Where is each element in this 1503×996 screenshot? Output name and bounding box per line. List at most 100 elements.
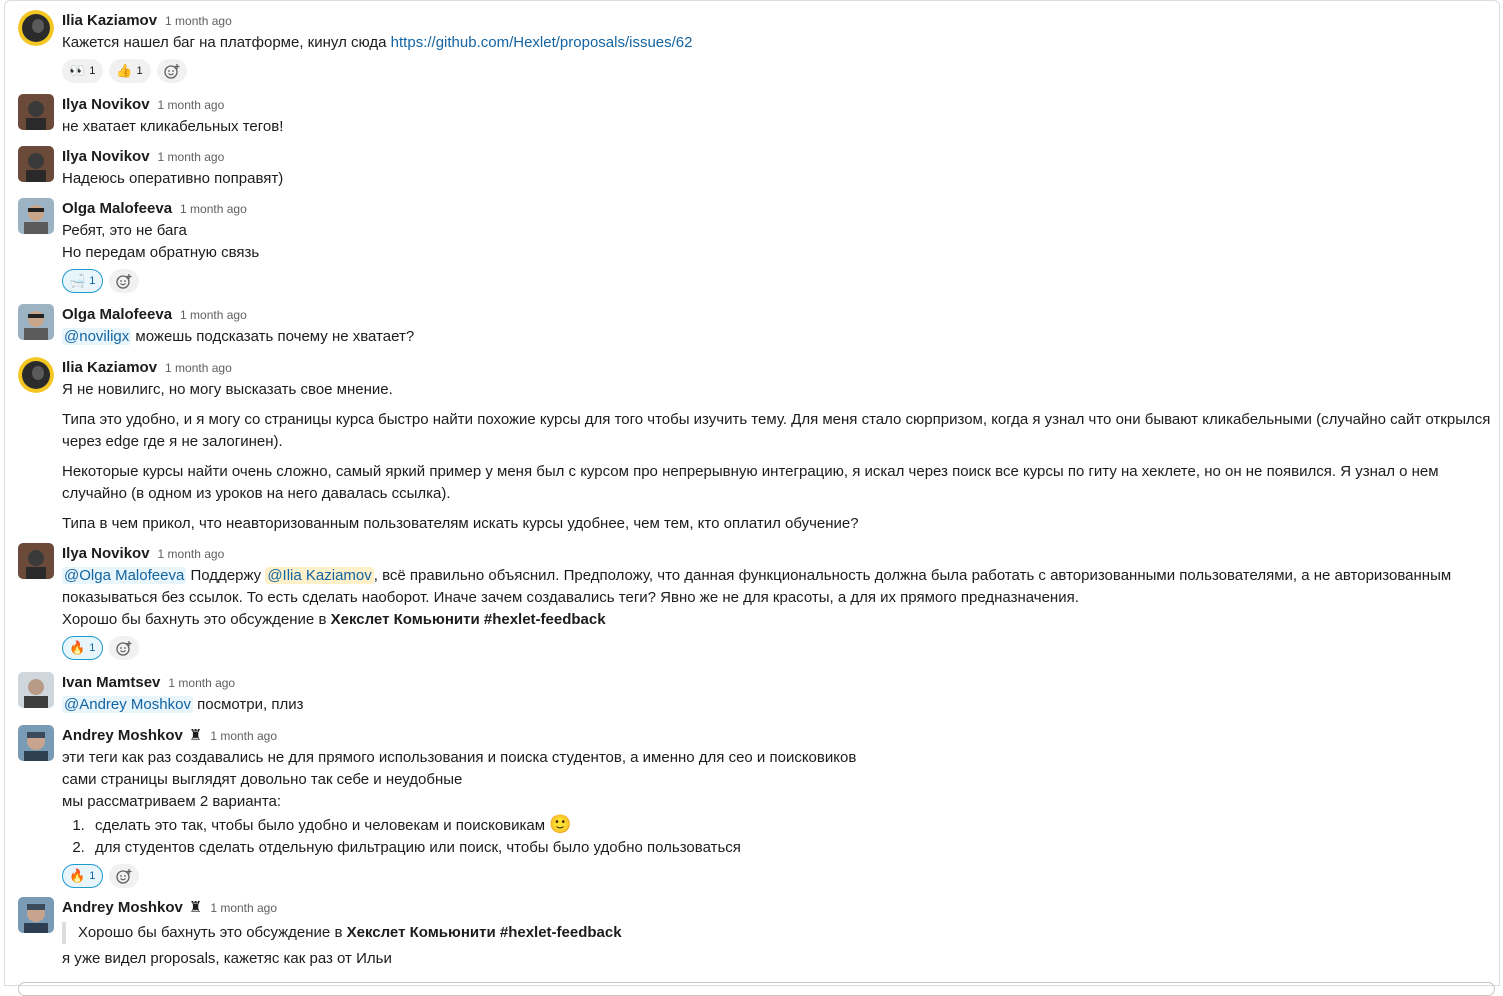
avatar[interactable]	[18, 897, 54, 933]
message-text: не хватает кликабельных тегов!	[62, 118, 284, 135]
fire-icon: 🔥	[69, 868, 86, 883]
reaction-count: 1	[136, 65, 143, 77]
message: Ivan Mamtsev 1 month ago @Andrey Moshkov …	[18, 672, 1495, 716]
ordered-list: сделать это так, чтобы было удобно и чел…	[62, 813, 1495, 859]
message-text: Типа это удобно, и я могу со страницы ку…	[62, 411, 1491, 428]
timestamp[interactable]: 1 month ago	[165, 14, 232, 28]
timestamp[interactable]: 1 month ago	[210, 729, 277, 743]
message-text: , всё правильно объяснил. Предположу, чт…	[373, 567, 1452, 584]
message: Ilia Kaziamov 1 month ago Кажется нашел б…	[18, 10, 1495, 83]
reaction-count: 1	[89, 870, 96, 882]
timestamp[interactable]: 1 month ago	[158, 150, 225, 164]
reaction-fire[interactable]: 🔥 1	[62, 864, 104, 888]
user-mention-self[interactable]: @Ilia Kaziamov	[265, 567, 374, 584]
author-name[interactable]: Ilya Novikov	[62, 545, 150, 562]
user-badge-icon: ♜	[188, 899, 203, 916]
message: Ilya Novikov 1 month ago не хватает клика…	[18, 94, 1495, 138]
user-badge-icon: ♜	[188, 727, 203, 744]
message-text: через edge где я не залогинен).	[62, 433, 283, 450]
message-text: посмотри, плиз	[192, 696, 304, 713]
author-name[interactable]: Ilya Novikov	[62, 148, 150, 165]
slightly-smiling-face-icon: 🙂	[549, 814, 572, 834]
message: Andrey Moshkov ♜ 1 month ago Хорошо бы бах…	[18, 897, 1495, 970]
author-name[interactable]: Ilia Kaziamov	[62, 359, 157, 376]
list-item-text: сделать это так, чтобы было удобно и чел…	[95, 817, 546, 834]
avatar[interactable]	[18, 198, 54, 234]
add-reaction-icon	[163, 64, 180, 79]
author-name[interactable]: Ilya Novikov	[62, 96, 150, 113]
issue-link[interactable]: https://github.com/Hexlet/proposals/issu…	[391, 34, 693, 51]
reaction-count: 1	[89, 275, 96, 287]
message-text: Типа в чем прикол, что неавторизованным …	[62, 515, 859, 532]
list-item-text: для студентов сделать отдельную фильтрац…	[95, 839, 741, 856]
timestamp[interactable]: 1 month ago	[165, 361, 232, 375]
avatar[interactable]	[18, 304, 54, 340]
timestamp[interactable]: 1 month ago	[180, 202, 247, 216]
author-name[interactable]: Olga Malofeeva	[62, 306, 172, 323]
timestamp[interactable]: 1 month ago	[158, 98, 225, 112]
message-text: Я не новилигс, но могу высказать свое мн…	[62, 381, 393, 398]
timestamp[interactable]: 1 month ago	[180, 308, 247, 322]
add-reaction-button[interactable]	[109, 864, 140, 888]
list-item: сделать это так, чтобы было удобно и чел…	[89, 813, 1495, 837]
reaction-count: 1	[89, 65, 96, 77]
user-mention[interactable]: @Andrey Moshkov	[62, 696, 193, 713]
message-text: Ребят, это не бага	[62, 222, 187, 239]
eyes-icon: 👀	[69, 63, 86, 78]
avatar[interactable]	[18, 543, 54, 579]
add-reaction-icon	[116, 274, 132, 289]
list-item: для студентов сделать отдельную фильтрац…	[89, 837, 1495, 859]
author-name[interactable]: Andrey Moshkov	[62, 727, 183, 744]
author-name[interactable]: Ivan Mamtsev	[62, 674, 160, 691]
author-name[interactable]: Olga Malofeeva	[62, 200, 172, 217]
reaction-eyes[interactable]: 👀 1	[62, 59, 104, 83]
message-text: я уже видел proposals, кажетяс как раз о…	[62, 950, 392, 967]
fire-icon: 🔥	[69, 640, 86, 655]
channel-reference[interactable]: Хекслет Комьюнити #hexlet-feedback	[347, 924, 622, 941]
avatar[interactable]	[18, 357, 54, 393]
message-text: Хорошо бы бахнуть это обсуждение в	[62, 611, 331, 628]
timestamp[interactable]: 1 month ago	[158, 547, 225, 561]
message-text: сами страницы выглядят довольно так себе…	[62, 771, 463, 788]
message-text: случайно (в одном из уроков на него дава…	[62, 485, 451, 502]
avatar[interactable]	[18, 146, 54, 182]
add-reaction-button[interactable]	[109, 636, 140, 660]
message: Olga Malofeeva 1 month ago Ребят, это не …	[18, 198, 1495, 293]
add-reaction-button[interactable]	[156, 59, 187, 83]
message-text: можешь подсказать почему не хватает?	[131, 328, 415, 345]
message: Andrey Moshkov ♜ 1 month ago эти теги как …	[18, 725, 1495, 888]
blockquote: Хорошо бы бахнуть это обсуждение в Хексл…	[62, 922, 1495, 944]
add-reaction-button[interactable]	[109, 269, 140, 293]
avatar[interactable]	[18, 10, 54, 46]
user-mention[interactable]: @noviligx	[62, 328, 132, 345]
author-name[interactable]: Andrey Moshkov	[62, 899, 183, 916]
message-text: Но передам обратную связь	[62, 244, 260, 261]
user-mention[interactable]: @Olga Malofeeva	[62, 567, 187, 584]
add-reaction-icon	[116, 641, 132, 656]
reaction-count: 1	[89, 642, 96, 654]
reaction-thumbsup[interactable]: 👍 1	[109, 59, 151, 83]
channel-reference[interactable]: Хекслет Комьюнити #hexlet-feedback	[331, 611, 606, 628]
timestamp[interactable]: 1 month ago	[210, 901, 277, 915]
thumbs-up-icon: 👍	[116, 63, 133, 78]
reaction-fire[interactable]: 🔥 1	[62, 636, 104, 660]
message-text: Поддержу	[186, 567, 266, 584]
reaction-bathtub[interactable]: 🛁 1	[62, 269, 104, 293]
author-name[interactable]: Ilia Kaziamov	[62, 12, 157, 29]
message-text: мы рассматриваем 2 варианта:	[62, 793, 282, 810]
message-text: показываться без ссылок. То есть сделать…	[62, 589, 1079, 606]
avatar[interactable]	[18, 725, 54, 761]
message: Ilya Novikov 1 month ago Надеюсь оператив…	[18, 146, 1495, 190]
message-text: Кажется нашел баг на платформе, кинул сю…	[62, 34, 391, 51]
message-text: Надеюсь оперативно поправят)	[62, 170, 284, 187]
avatar[interactable]	[18, 94, 54, 130]
message-text: Некоторые курсы найти очень сложно, самы…	[62, 463, 1439, 480]
avatar[interactable]	[18, 672, 54, 708]
message: Olga Malofeeva 1 month ago @noviligx може…	[18, 304, 1495, 348]
bathtub-icon: 🛁	[69, 273, 86, 288]
message-composer[interactable]	[18, 982, 1495, 996]
timestamp[interactable]: 1 month ago	[168, 676, 235, 690]
message-text: эти теги как раз создавались не для прям…	[62, 749, 857, 766]
message: Ilia Kaziamov 1 month ago Я не новилигс, …	[18, 357, 1495, 535]
quote-text: Хорошо бы бахнуть это обсуждение в	[78, 924, 347, 941]
